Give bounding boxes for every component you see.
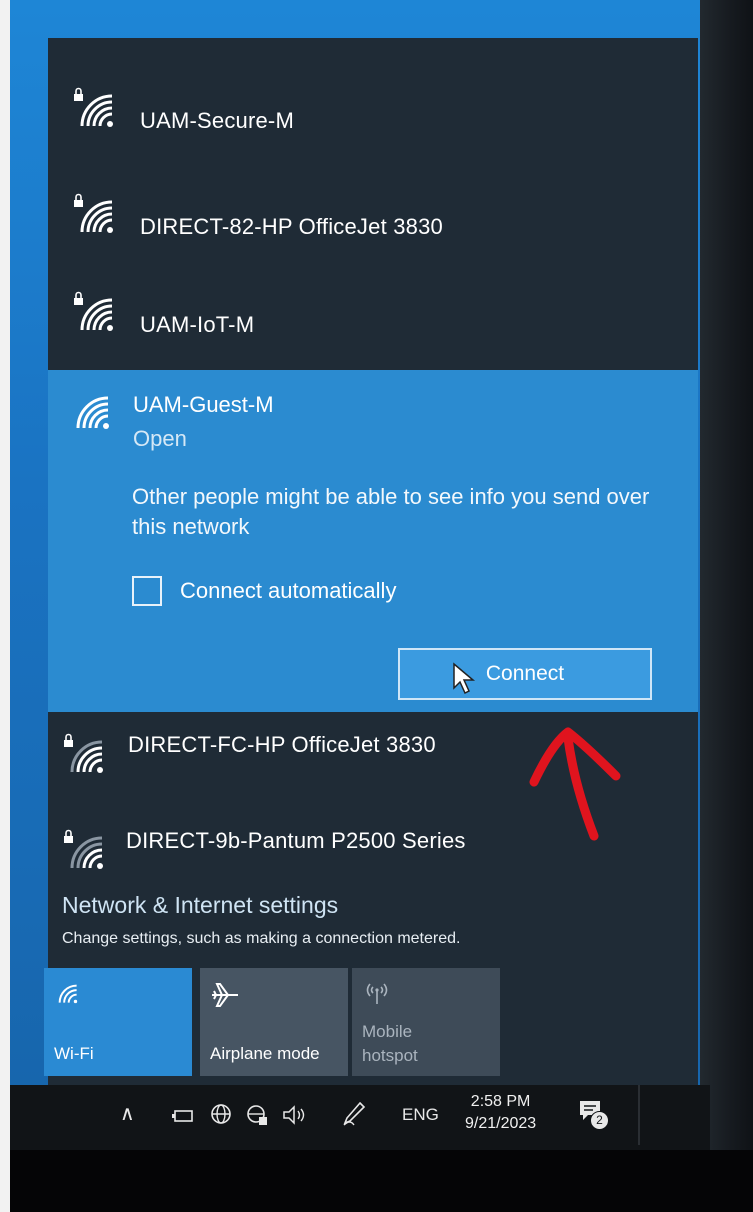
network-item-direct-82-hp[interactable]: DIRECT-82-HP OfficeJet 3830 [48,162,698,268]
wifi-secured-icon [74,291,113,331]
photo-background-right [700,0,753,1212]
network-name: UAM-Secure-M [140,108,294,133]
network-name: UAM-IoT-M [140,312,255,337]
wifi-secured-icon [64,829,103,869]
network-name: DIRECT-FC-HP OfficeJet 3830 [128,732,436,757]
clock[interactable]: 2:58 PM 9/21/2023 [465,1091,536,1135]
wifi-toggle-tile[interactable]: Wi-Fi [44,968,192,1076]
selected-network-panel[interactable]: UAM-Guest-M Open Other people might be a… [48,370,698,712]
network-settings-description: Change settings, such as making a connec… [62,930,461,947]
network-name: DIRECT-82-HP OfficeJet 3830 [140,214,443,239]
mobile-hotspot-tile[interactable]: Mobile hotspot [352,968,500,1076]
hotspot-label-line2: hotspot [362,1046,418,1065]
wifi-secured-icon [74,193,113,233]
selected-network-name: UAM-Guest-M [133,392,274,417]
notification-center-icon[interactable]: 2 [578,1099,609,1131]
wifi-icon [76,396,109,429]
hotspot-label-line1: Mobile [362,1022,413,1041]
wifi-tile-label: Wi-Fi [54,1044,94,1063]
security-warning: Other people might be able to see info y… [132,484,650,539]
network-status: Open [133,426,187,451]
network-globe-icon[interactable] [245,1103,269,1127]
airplane-tile-label: Airplane mode [210,1044,320,1063]
notification-count-badge: 2 [590,1111,609,1130]
network-name: DIRECT-9b-Pantum P2500 Series [126,828,466,853]
wifi-icon [58,984,78,1004]
show-desktop-divider[interactable] [638,1085,640,1145]
connect-automatically-checkbox[interactable] [132,576,162,606]
airplane-mode-tile[interactable]: Airplane mode [200,968,348,1076]
taskbar: ∧ ENG 2:58 PM 9/21/2023 2 [10,1085,710,1150]
language-indicator[interactable]: ENG [402,1105,439,1125]
wifi-secured-icon [64,733,103,773]
airplane-icon [212,983,238,1007]
pen-icon[interactable] [342,1101,366,1127]
battery-icon[interactable] [170,1107,194,1125]
photo-border [0,0,10,1212]
connect-automatically-label[interactable]: Connect automatically [180,578,396,604]
network-settings-link[interactable]: Network & Internet settings [62,892,338,919]
hotspot-icon [366,983,388,1004]
network-item-uam-secure-m[interactable]: UAM-Secure-M [48,56,698,162]
connect-button[interactable]: Connect [398,648,652,700]
network-flyout: UAM-Secure-M DIRECT-82-HP OfficeJet 3830… [44,38,698,1085]
red-arrow-annotation [529,727,621,841]
mouse-cursor-icon [453,662,476,695]
hotspot-tile-label: Mobile hotspot [362,1020,418,1068]
wifi-secured-icon [74,87,113,127]
chevron-up-icon[interactable]: ∧ [120,1101,135,1126]
clock-date: 9/21/2023 [465,1115,537,1132]
globe-icon[interactable] [210,1103,232,1125]
photo-background-bottom [10,1150,753,1212]
clock-time: 2:58 PM [470,1093,531,1110]
network-item-uam-iot-m[interactable]: UAM-IoT-M [48,260,698,366]
volume-icon[interactable] [282,1105,308,1125]
